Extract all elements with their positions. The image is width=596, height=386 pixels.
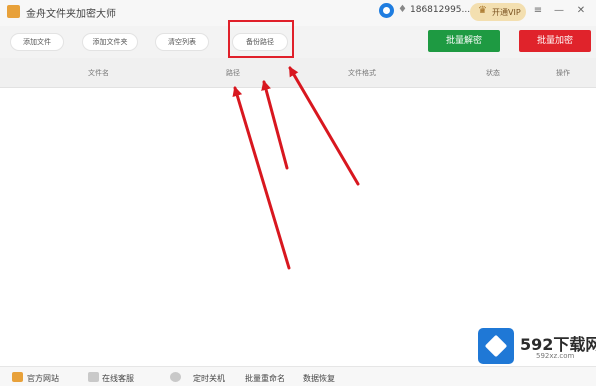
watermark-domain: 592xz.com: [536, 352, 575, 360]
app-logo-icon: [7, 5, 20, 18]
data-recovery-link[interactable]: 数据恢复: [303, 373, 335, 384]
website-icon: [12, 372, 23, 382]
clock-icon: [170, 372, 181, 382]
menu-icon[interactable]: ≡: [531, 4, 545, 18]
file-list[interactable]: [0, 88, 596, 366]
column-header-format: 文件格式: [348, 69, 376, 77]
close-icon[interactable]: ✕: [574, 4, 588, 18]
user-phone[interactable]: 1868129​95...: [410, 5, 470, 15]
headset-icon: [88, 372, 99, 382]
diamond-icon: ♦: [398, 4, 407, 15]
column-header-path: 路径: [226, 69, 240, 77]
website-link[interactable]: 官方网站: [27, 373, 59, 384]
clear-list-button[interactable]: 清空列表: [155, 33, 209, 51]
user-avatar-icon[interactable]: [379, 3, 394, 18]
batch-encrypt-button[interactable]: 批量加密: [519, 30, 591, 52]
add-folder-button[interactable]: 添加文件夹: [82, 33, 138, 51]
app-title: 金舟文件夹加密大师: [26, 9, 116, 20]
scheduled-shutdown-link[interactable]: 定时关机: [193, 373, 225, 384]
add-files-button[interactable]: 添加文件: [10, 33, 64, 51]
highlight-box: [228, 20, 294, 58]
column-header-filename: 文件名: [88, 69, 109, 77]
vip-button[interactable]: ♛ 开通VIP: [470, 3, 526, 21]
batch-rename-link[interactable]: 批量重命名: [245, 373, 285, 384]
column-header-status: 状态: [486, 69, 500, 77]
column-header-action: 操作: [556, 69, 570, 77]
online-service-link[interactable]: 在线客服: [102, 373, 134, 384]
watermark-logo-icon: [478, 328, 514, 364]
vip-label: 开通VIP: [492, 8, 521, 17]
minimize-icon[interactable]: —: [552, 4, 566, 18]
batch-decrypt-button[interactable]: 批量解密: [428, 30, 500, 52]
trophy-icon: ♛: [478, 5, 487, 16]
